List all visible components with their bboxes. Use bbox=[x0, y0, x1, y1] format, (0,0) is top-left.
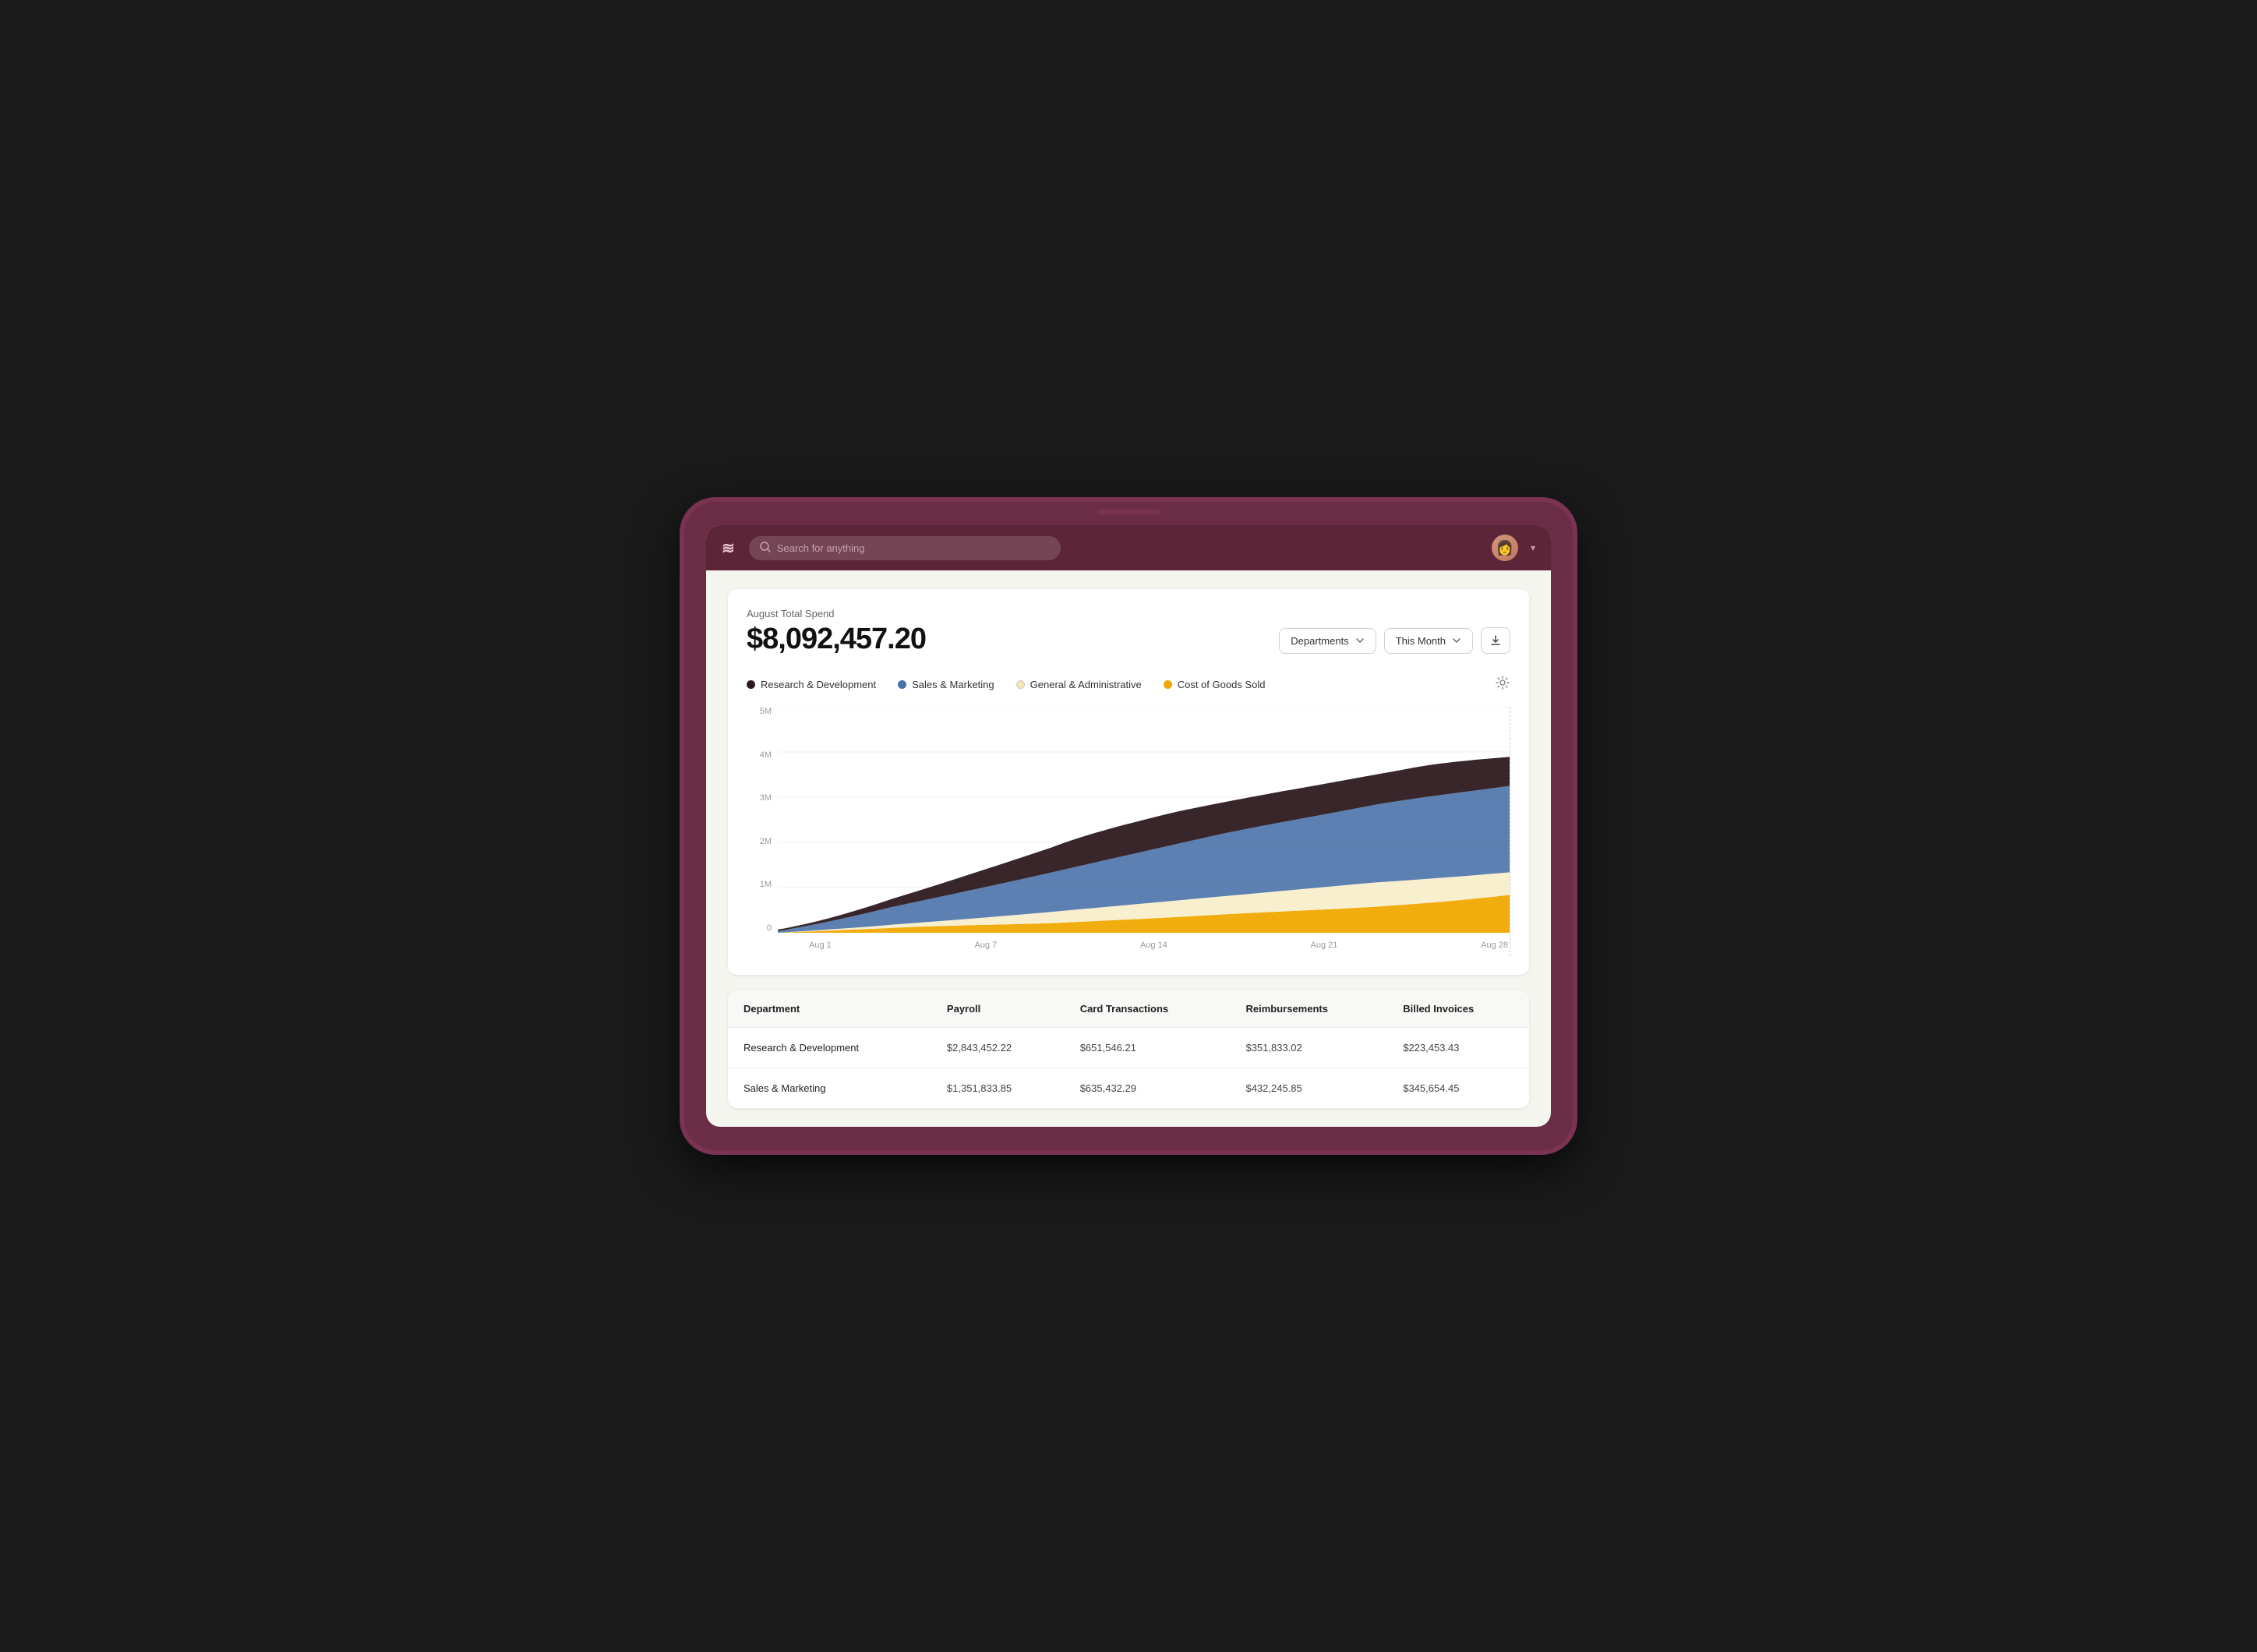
legend-dot-ga bbox=[1016, 680, 1025, 689]
y-label-4m: 4M bbox=[747, 750, 772, 760]
cell-department-2: Sales & Marketing bbox=[728, 1068, 931, 1109]
cell-department-1: Research & Development bbox=[728, 1028, 931, 1068]
x-axis-labels: Aug 1 Aug 7 Aug 14 Aug 21 Aug 28 bbox=[778, 934, 1510, 956]
main-content: August Total Spend $8,092,457.20 Departm… bbox=[706, 570, 1551, 1127]
device-frame: ≋ 👩 ▾ August Total Spend bbox=[684, 502, 1573, 1150]
cell-reimburse-2: $432,245.85 bbox=[1230, 1068, 1387, 1109]
legend-dot-cogs bbox=[1164, 680, 1172, 689]
spend-table: Department Payroll Card Transactions Rei… bbox=[728, 990, 1529, 1108]
chart-container: 5M 4M 3M 2M 1M 0 bbox=[747, 707, 1510, 956]
chevron-down-icon: ▾ bbox=[1531, 542, 1535, 553]
cell-card-2: $635,432.29 bbox=[1065, 1068, 1231, 1109]
navbar: ≋ 👩 ▾ bbox=[706, 525, 1551, 570]
chart-svg bbox=[778, 707, 1510, 933]
y-label-0: 0 bbox=[747, 923, 772, 933]
this-month-dropdown[interactable]: This Month bbox=[1384, 628, 1473, 654]
table-card: Department Payroll Card Transactions Rei… bbox=[728, 990, 1529, 1108]
legend-label-ga: General & Administrative bbox=[1030, 679, 1142, 690]
y-label-1m: 1M bbox=[747, 880, 772, 889]
spend-controls: Departments This Month bbox=[1279, 627, 1510, 654]
table-header-row: Department Payroll Card Transactions Rei… bbox=[728, 990, 1529, 1028]
x-label-aug21: Aug 21 bbox=[1311, 941, 1338, 950]
x-label-aug28: Aug 28 bbox=[1481, 941, 1508, 950]
chart-area bbox=[778, 707, 1510, 933]
legend-label-sm: Sales & Marketing bbox=[912, 679, 994, 690]
x-label-aug1: Aug 1 bbox=[809, 941, 832, 950]
x-label-aug7: Aug 7 bbox=[974, 941, 997, 950]
table-row: Sales & Marketing $1,351,833.85 $635,432… bbox=[728, 1068, 1529, 1109]
legend-dot-sm bbox=[898, 680, 906, 689]
cell-invoices-2: $345,654.45 bbox=[1387, 1068, 1529, 1109]
legend: Research & Development Sales & Marketing… bbox=[747, 675, 1510, 694]
cell-card-1: $651,546.21 bbox=[1065, 1028, 1231, 1068]
col-header-card-transactions: Card Transactions bbox=[1065, 990, 1231, 1028]
col-header-reimbursements: Reimbursements bbox=[1230, 990, 1387, 1028]
search-input[interactable] bbox=[777, 542, 1050, 554]
spend-header: $8,092,457.20 Departments This Month bbox=[747, 623, 1510, 656]
y-axis-labels: 5M 4M 3M 2M 1M 0 bbox=[747, 707, 778, 933]
legend-dot-rd bbox=[747, 680, 755, 689]
search-icon bbox=[760, 542, 771, 555]
cell-payroll-1: $2,843,452.22 bbox=[931, 1028, 1065, 1068]
col-header-department: Department bbox=[728, 990, 931, 1028]
cell-payroll-2: $1,351,833.85 bbox=[931, 1068, 1065, 1109]
legend-label-cogs: Cost of Goods Sold bbox=[1178, 679, 1266, 690]
search-bar[interactable] bbox=[749, 536, 1061, 560]
table-row: Research & Development $2,843,452.22 $65… bbox=[728, 1028, 1529, 1068]
spend-amount: $8,092,457.20 bbox=[747, 623, 926, 656]
spend-card: August Total Spend $8,092,457.20 Departm… bbox=[728, 589, 1529, 975]
y-label-3m: 3M bbox=[747, 793, 772, 803]
col-header-billed-invoices: Billed Invoices bbox=[1387, 990, 1529, 1028]
legend-item-rd: Research & Development bbox=[747, 679, 876, 690]
col-header-payroll: Payroll bbox=[931, 990, 1065, 1028]
legend-label-rd: Research & Development bbox=[761, 679, 876, 690]
spend-label: August Total Spend bbox=[747, 608, 1510, 620]
x-label-aug14: Aug 14 bbox=[1140, 941, 1167, 950]
nav-logo: ≋ bbox=[722, 538, 736, 558]
legend-item-ga: General & Administrative bbox=[1016, 679, 1142, 690]
legend-item-cogs: Cost of Goods Sold bbox=[1164, 679, 1266, 690]
y-label-2m: 2M bbox=[747, 837, 772, 846]
departments-dropdown[interactable]: Departments bbox=[1279, 628, 1376, 654]
screen: ≋ 👩 ▾ August Total Spend bbox=[706, 525, 1551, 1127]
y-label-5m: 5M bbox=[747, 707, 772, 716]
legend-item-sm: Sales & Marketing bbox=[898, 679, 994, 690]
settings-icon[interactable] bbox=[1495, 675, 1510, 694]
cell-reimburse-1: $351,833.02 bbox=[1230, 1028, 1387, 1068]
download-button[interactable] bbox=[1481, 627, 1510, 654]
avatar[interactable]: 👩 bbox=[1492, 535, 1518, 561]
cell-invoices-1: $223,453.43 bbox=[1387, 1028, 1529, 1068]
